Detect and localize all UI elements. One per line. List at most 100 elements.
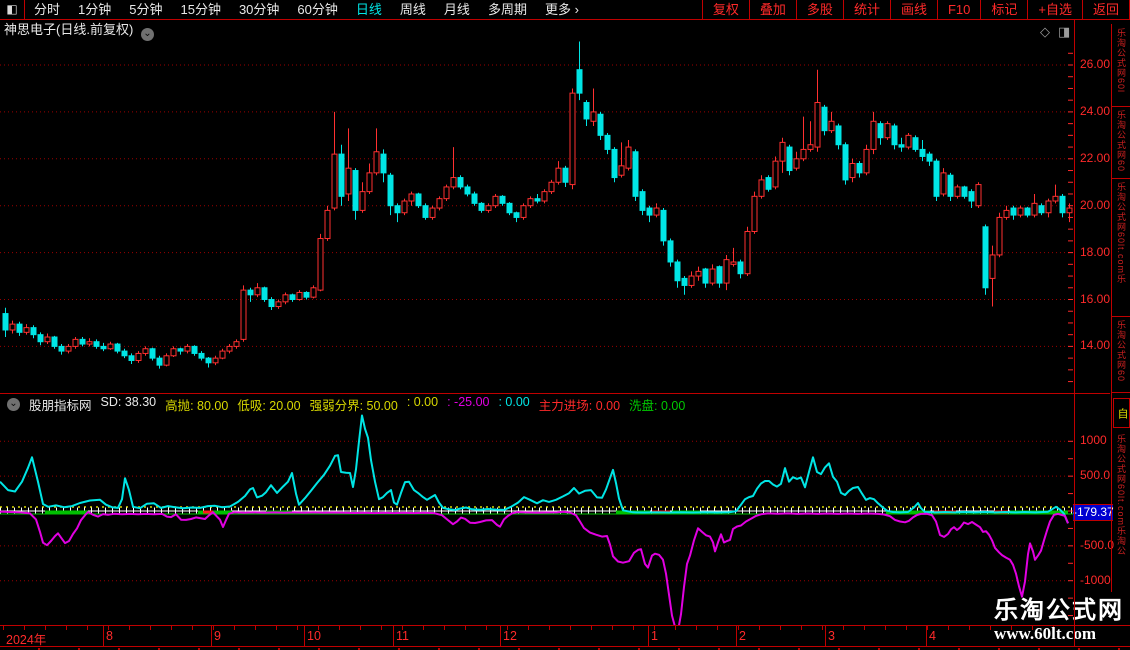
x-axis-separator <box>393 626 394 647</box>
x-axis-separator <box>103 626 104 647</box>
x-axis-tick <box>528 626 529 630</box>
indicator-axis-label: 1000 <box>1080 433 1107 448</box>
x-axis-separator <box>500 626 501 647</box>
x-axis-tick <box>444 626 445 630</box>
indicator-canvas[interactable] <box>0 395 1073 625</box>
x-axis-tick <box>675 626 676 630</box>
title-row: 神思电子(日线.前复权) ⌄ ◇ ◨ <box>0 20 1130 42</box>
x-axis-tick <box>339 626 340 630</box>
price-axis-label: 26.00 <box>1080 57 1111 71</box>
period-tab-60分钟[interactable]: 60分钟 <box>288 0 346 19</box>
x-axis-tick <box>171 626 172 630</box>
period-tab-30分钟[interactable]: 30分钟 <box>230 0 288 19</box>
page-title: 神思电子(日线.前复权) <box>4 22 134 37</box>
action-button-叠加[interactable]: 叠加 <box>748 0 796 19</box>
x-axis-tick <box>129 626 130 630</box>
x-axis-label: 11 <box>396 629 409 643</box>
x-axis-tick <box>843 626 844 630</box>
x-axis-tick <box>612 626 613 630</box>
x-axis-tick <box>801 626 802 630</box>
period-tab-5分钟[interactable]: 5分钟 <box>120 0 171 19</box>
period-tab-多周期[interactable]: 多周期 <box>479 0 536 19</box>
x-axis-tick <box>381 626 382 630</box>
x-axis-label: 8 <box>106 629 113 643</box>
value-badge: -179.37 <box>1073 504 1114 521</box>
price-axis-label: 16.00 <box>1080 291 1111 306</box>
x-axis-tick <box>507 626 508 630</box>
side-strip-text: 乐淘公式网60lt.com乐淘公 <box>1116 434 1126 557</box>
indicator-axis-label: -1000 <box>1080 572 1111 587</box>
x-axis-tick <box>213 626 214 630</box>
x-axis-tick <box>297 626 298 630</box>
x-axis-tick <box>969 626 970 630</box>
x-axis-tick <box>66 626 67 630</box>
period-tab-周线[interactable]: 周线 <box>391 0 435 19</box>
action-button-多股[interactable]: 多股 <box>795 0 843 19</box>
x-axis-tick <box>738 626 739 630</box>
x-axis-tick <box>570 626 571 630</box>
side-strip-tab[interactable]: 自 <box>1113 398 1130 428</box>
price-axis-label: 22.00 <box>1080 150 1111 165</box>
period-tab-月线[interactable]: 月线 <box>435 0 479 19</box>
price-axis-label: 20.00 <box>1080 197 1111 212</box>
action-button-F10[interactable]: F10 <box>936 0 980 19</box>
main-chart-canvas[interactable] <box>0 40 1073 393</box>
x-axis-tick <box>360 626 361 630</box>
diamond-icon[interactable]: ◇ <box>1040 22 1050 42</box>
x-axis-tick <box>486 626 487 630</box>
side-strip-text: 乐淘公式网60l <box>1116 28 1126 94</box>
side-strip-text: 乐淘公式网60 <box>1116 320 1126 383</box>
x-axis-tick <box>885 626 886 630</box>
action-buttons: 复权 叠加 多股 统计 画线 F10 标记 +自选 返回 <box>701 0 1130 19</box>
x-axis-tick <box>150 626 151 630</box>
period-tab-1分钟[interactable]: 1分钟 <box>69 0 120 19</box>
x-axis-tick <box>465 626 466 630</box>
x-axis-tick <box>990 626 991 630</box>
x-axis-tick <box>864 626 865 630</box>
x-axis-tick <box>255 626 256 630</box>
side-strip-divider <box>1112 392 1130 393</box>
action-button-标记[interactable]: 标记 <box>980 0 1027 19</box>
x-axis-tick <box>822 626 823 630</box>
action-button-返回[interactable]: 返回 <box>1081 0 1130 19</box>
x-axis-tick <box>759 626 760 630</box>
x-axis-tick <box>402 626 403 630</box>
x-axis-separator <box>648 626 649 647</box>
x-axis-tick <box>780 626 781 630</box>
indicator-axis-label: -500.0 <box>1080 537 1115 552</box>
x-axis-label: 10 <box>307 629 321 643</box>
x-axis-tick <box>423 626 424 630</box>
period-tab-日线[interactable]: 日线 <box>347 0 391 19</box>
x-axis-tick <box>318 626 319 630</box>
split-view-icon[interactable]: ◨ <box>1058 22 1070 42</box>
x-axis-tick <box>717 626 718 630</box>
x-axis-tick <box>549 626 550 630</box>
x-axis: 2024年 8 9 10 11 12 1 2 3 4 <box>0 625 1130 647</box>
side-strip-text: 乐淘公式网60 <box>1116 110 1126 173</box>
side-strip-text: 乐淘公式网60lt.com乐 <box>1116 182 1126 285</box>
x-axis-label: 9 <box>214 629 221 643</box>
x-axis-tick <box>927 626 928 630</box>
x-axis-tick <box>654 626 655 630</box>
x-axis-tick <box>45 626 46 630</box>
x-axis-tick <box>87 626 88 630</box>
period-tab-15分钟[interactable]: 15分钟 <box>171 0 229 19</box>
action-button-复权[interactable]: 复权 <box>701 0 749 19</box>
period-tab-更多 ›[interactable]: 更多 › <box>536 0 588 19</box>
action-button-画线[interactable]: 画线 <box>889 0 937 19</box>
side-strip-divider <box>1112 316 1130 317</box>
action-button-统计[interactable]: 统计 <box>842 0 890 19</box>
action-button-+自选[interactable]: +自选 <box>1027 0 1082 19</box>
side-strip: 乐淘公式网60l 乐淘公式网60 乐淘公式网60lt.com乐 乐淘公式网60 乐淘公式… <box>1111 24 1130 592</box>
period-tab-分时[interactable]: 分时 <box>25 0 69 19</box>
x-axis-tick <box>948 626 949 630</box>
price-axis-label: 14.00 <box>1080 338 1111 353</box>
x-axis-tick <box>108 626 109 630</box>
x-axis-label: 12 <box>503 629 517 643</box>
indicator-axis-label: 500.0 <box>1080 468 1111 483</box>
layout-icon[interactable]: ◧ <box>0 0 25 19</box>
watermark-line2: www.60lt.com <box>994 624 1096 643</box>
x-axis-tick <box>906 626 907 630</box>
watermark-line1: 乐淘公式网 <box>994 598 1124 624</box>
top-toolbar: ◧ 分时 1分钟 5分钟 15分钟 30分钟 60分钟 日线 周线 月线 多周期 更多 › 复权 叠加… <box>0 0 1130 20</box>
